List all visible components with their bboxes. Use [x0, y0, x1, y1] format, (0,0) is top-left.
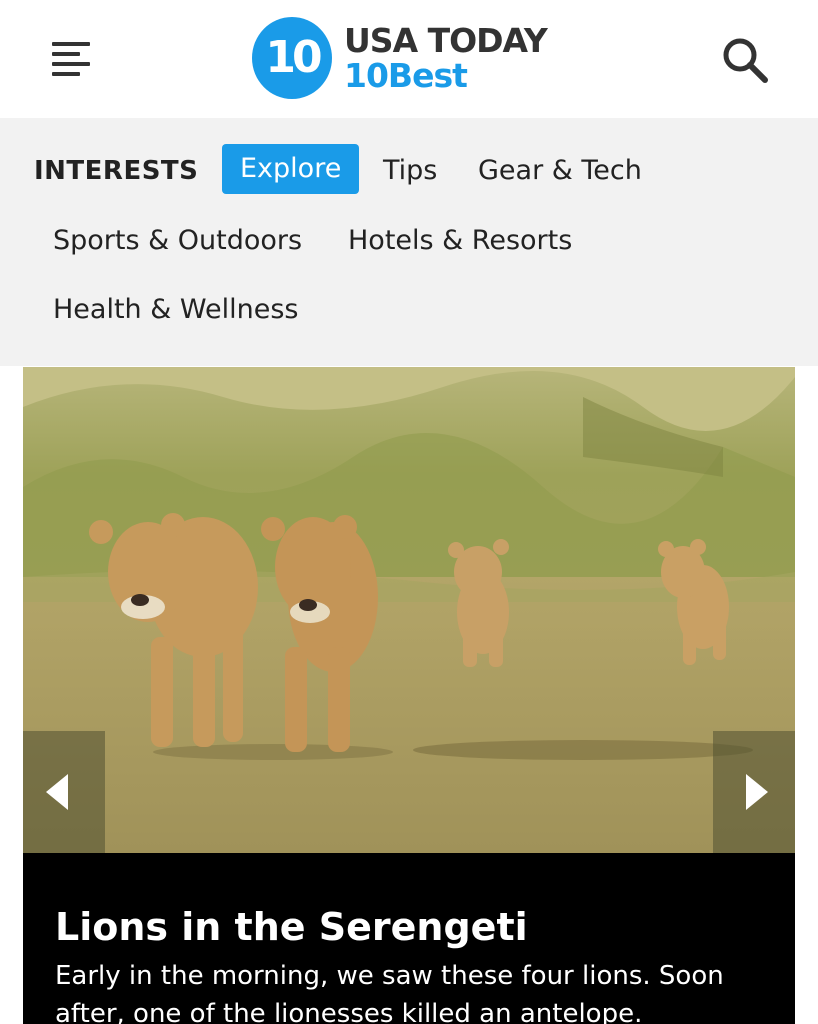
- nav-item-sports-outdoors[interactable]: Sports & Outdoors: [53, 224, 302, 258]
- logo-badge: 10: [252, 17, 332, 99]
- menu-bar: [52, 62, 90, 66]
- nav-item-hotels-resorts[interactable]: Hotels & Resorts: [348, 224, 572, 258]
- chevron-left-icon: [46, 774, 68, 810]
- slide-photo: [23, 367, 795, 853]
- nav-item-explore[interactable]: Explore: [222, 144, 360, 194]
- previous-slide-button[interactable]: [23, 731, 105, 853]
- next-slide-button[interactable]: [713, 731, 795, 853]
- slide-description: Early in the morning, we saw these four …: [55, 961, 724, 1024]
- slide-title: Lions in the Serengeti: [55, 905, 528, 949]
- slide-caption: Lions in the Serengeti Early in the morn…: [23, 853, 795, 1024]
- nav-item-health-wellness[interactable]: Health & Wellness: [53, 293, 298, 327]
- interests-heading: INTERESTS: [34, 156, 199, 186]
- nav-item-tips[interactable]: Tips: [383, 154, 437, 188]
- nav-item-gear-tech[interactable]: Gear & Tech: [478, 154, 642, 188]
- photo-slideshow: Lions in the Serengeti Early in the morn…: [23, 367, 795, 1024]
- menu-bar: [52, 42, 90, 46]
- chevron-right-icon: [746, 774, 768, 810]
- logo-sub-brand: 10Best: [344, 56, 468, 95]
- site-header: 10 USA TODAY 10Best: [0, 0, 818, 118]
- logo-brand-name: USA TODAY: [344, 21, 548, 60]
- hamburger-menu-icon[interactable]: [52, 40, 92, 78]
- menu-bar: [52, 72, 80, 76]
- search-icon[interactable]: [720, 36, 770, 84]
- menu-bar: [52, 52, 80, 56]
- interests-nav: INTERESTS Explore Tips Gear & Tech Sport…: [0, 118, 818, 366]
